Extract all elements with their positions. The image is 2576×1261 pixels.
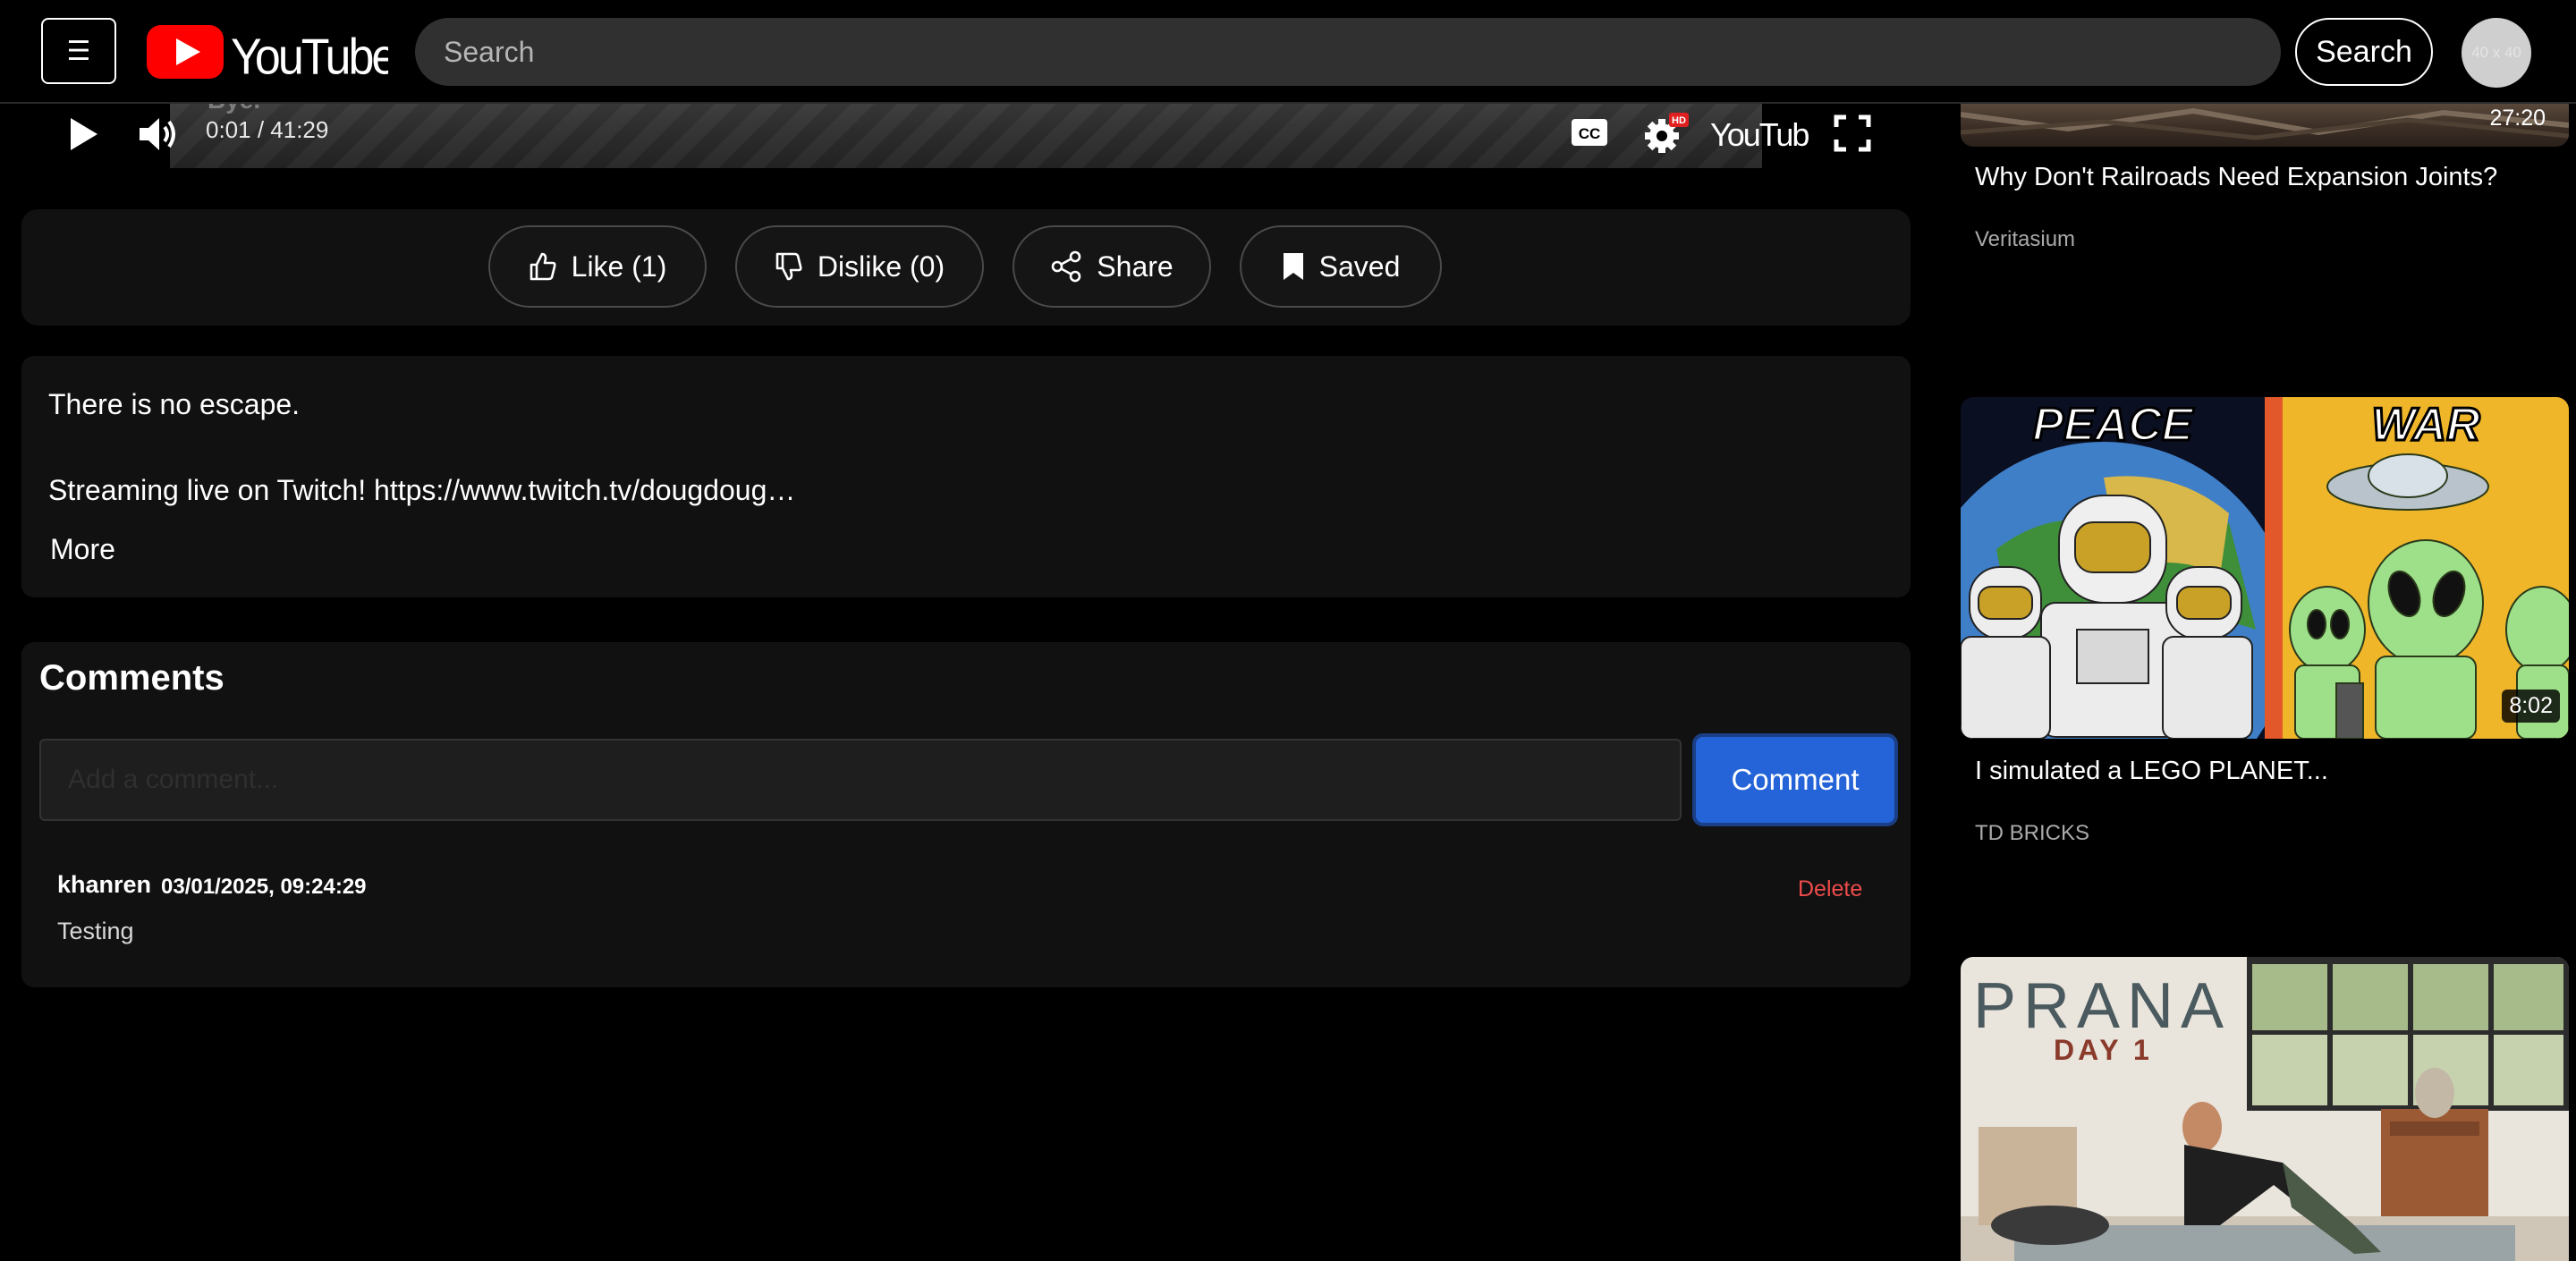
thumbs-down-icon <box>775 252 802 281</box>
comment-author: khanren <box>57 871 152 898</box>
video-channel[interactable]: Veritasium <box>1975 227 2075 252</box>
video-title[interactable]: Why Don't Railroads Need Expansion Joint… <box>1975 163 2497 192</box>
lego-planet-thumbnail-icon: PEACE WAR <box>1961 397 2569 739</box>
video-title[interactable]: I simulated a LEGO PLANET... <box>1975 757 2328 786</box>
video-frame[interactable] <box>170 102 1762 168</box>
share-label: Share <box>1097 250 1174 283</box>
svg-text:CC: CC <box>1579 125 1601 142</box>
cc-icon: CC <box>1572 119 1607 146</box>
thumbs-up-icon <box>530 252 556 281</box>
dislike-label: Dislike (0) <box>817 250 945 283</box>
video-thumbnail[interactable]: PRANA DAY 1 <box>1961 957 2569 1261</box>
svg-text:YouTube: YouTube <box>1710 116 1809 153</box>
saved-label: Saved <box>1318 250 1401 283</box>
description-line-1: There is no escape. <box>48 388 301 420</box>
time-display: 0:01 / 41:29 <box>206 116 329 143</box>
video-channel[interactable]: TD BRICKS <box>1975 821 2089 846</box>
avatar[interactable]: 40 x 40 <box>2462 18 2531 88</box>
volume-icon <box>140 118 175 150</box>
fullscreen-icon <box>1834 114 1871 152</box>
top-header: ☰ YouTube Search 40 x 40 <box>0 0 2576 104</box>
svg-text:WAR: WAR <box>2371 399 2480 451</box>
railroad-thumbnail-icon <box>1961 107 2569 140</box>
bookmark-icon <box>1283 253 1303 280</box>
youtube-wordmark-icon: YouTube <box>1710 116 1809 153</box>
like-button[interactable]: Like (1) <box>488 225 707 308</box>
comment-text: Testing <box>57 918 134 944</box>
hamburger-icon: ☰ <box>66 36 91 66</box>
share-icon <box>1051 250 1081 283</box>
share-button[interactable]: Share <box>1013 225 1211 308</box>
comment-date: 03/01/2025, 09:24:29 <box>161 875 367 899</box>
captions-button[interactable]: CC <box>1569 116 1610 148</box>
video-thumbnail[interactable]: 27:20 <box>1961 102 2569 147</box>
comment-submit-button[interactable]: Comment <box>1692 733 1898 826</box>
youtube-watermark-button[interactable]: YouTube <box>1708 111 1809 156</box>
comment-input[interactable] <box>39 739 1682 821</box>
more-link[interactable]: More <box>50 533 115 566</box>
video-thumbnail[interactable]: PEACE WAR 8:02 <box>1961 397 2569 739</box>
fullscreen-button[interactable] <box>1832 113 1873 154</box>
svg-text:YouTube: YouTube <box>231 30 388 84</box>
video-duration: 8:02 <box>2502 690 2560 723</box>
prana-title-overlay: PRANA <box>1973 970 2232 1042</box>
volume-button[interactable] <box>136 111 181 157</box>
youtube-logo[interactable]: YouTube <box>147 20 398 85</box>
dislike-button[interactable]: Dislike (0) <box>735 225 984 308</box>
video-duration: 27:20 <box>2489 106 2546 131</box>
svg-text:PEACE: PEACE <box>2032 399 2193 451</box>
search-input[interactable] <box>415 18 2281 86</box>
menu-button[interactable]: ☰ <box>41 18 116 84</box>
comments-title: Comments <box>39 658 225 698</box>
like-label: Like (1) <box>571 250 667 283</box>
prana-day-overlay: DAY 1 <box>2054 1034 2153 1066</box>
saved-button[interactable]: Saved <box>1240 225 1442 308</box>
svg-text:HD: HD <box>1672 115 1686 126</box>
play-icon <box>71 118 97 150</box>
settings-button[interactable]: HD <box>1642 111 1690 156</box>
youtube-logo-icon: YouTube <box>147 25 398 85</box>
gear-icon: HD <box>1645 113 1689 153</box>
search-button[interactable]: Search <box>2295 18 2433 86</box>
play-button[interactable] <box>63 111 104 157</box>
description-line-2: Streaming live on Twitch! https://www.tw… <box>48 474 796 506</box>
delete-comment-button[interactable]: Delete <box>1798 876 1862 902</box>
